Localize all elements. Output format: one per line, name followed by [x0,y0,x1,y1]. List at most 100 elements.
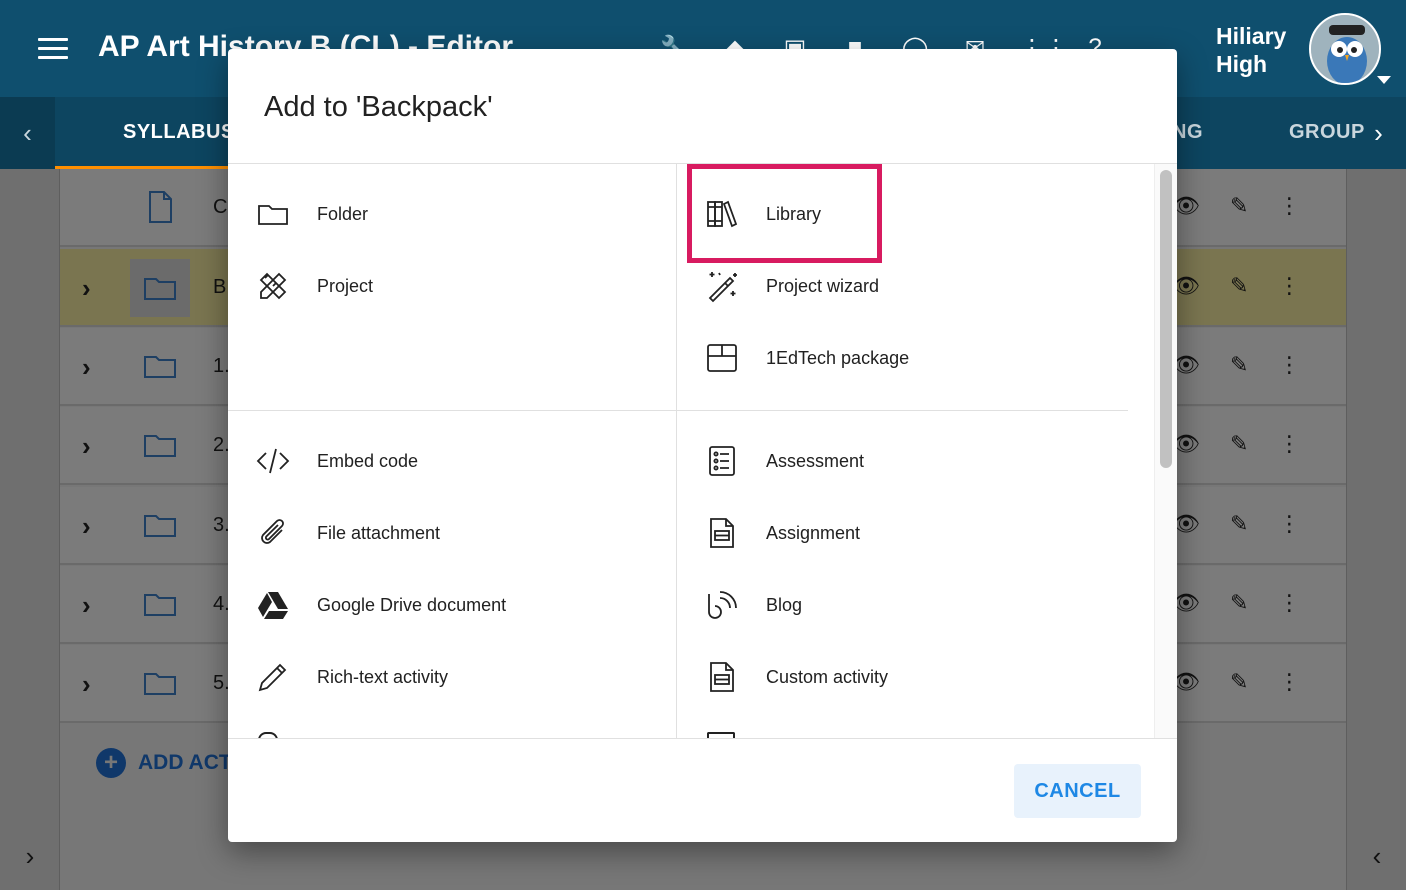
option-label: Library [766,203,822,224]
row-actions: 👁 ✎ ⋮ [1172,273,1300,299]
folder-icon [142,427,178,463]
library-books-icon [705,197,739,231]
option-file-attachment[interactable]: File attachment [228,507,676,559]
dialog-scrollbar[interactable] [1154,164,1177,738]
option-label: Assignment [766,522,861,543]
option-project-wizard[interactable]: Project wizard [677,260,1137,312]
section-divider [677,410,1128,411]
folder-icon [142,665,178,701]
tab-scroll-left-icon[interactable]: ‹ [0,97,55,169]
expand-right-icon[interactable]: ‹ [1347,841,1406,872]
dialog-options-list[interactable]: Folder Project Library Project wizard 1E… [228,164,1177,738]
row-title: C [213,196,228,218]
chevron-right-icon[interactable]: › [82,590,91,621]
dialog-title: Add to 'Backpack' [264,91,493,123]
edit-pencil-icon[interactable]: ✎ [1230,193,1248,219]
tab-syllabus[interactable]: SYLLABUS [123,121,235,144]
expand-left-icon[interactable]: › [0,841,60,872]
more-vert-icon[interactable]: ⋮ [1278,273,1300,299]
user-name[interactable]: Hiliary High [1216,22,1286,78]
more-vert-icon[interactable]: ⋮ [1278,352,1300,378]
option-custom-activity[interactable]: Custom activity [677,651,1137,703]
option-rich-text-activity[interactable]: Rich-text activity [228,651,676,703]
add-activity-label: ADD ACTI [138,751,238,774]
package-box-icon [705,341,739,375]
option-embed-code[interactable]: Embed code [228,435,676,487]
custom-activity-doc-icon [705,660,739,694]
option-label: Project wizard [766,275,880,296]
plus-circle-icon: + [96,748,126,778]
cancel-button[interactable]: CANCEL [1014,764,1141,818]
more-vert-icon[interactable]: ⋮ [1278,431,1300,457]
blog-icon [705,588,739,622]
edit-pencil-icon[interactable]: ✎ [1230,431,1248,457]
option-blog[interactable]: Blog [677,579,1137,631]
more-vert-icon[interactable]: ⋮ [1278,193,1300,219]
right-rail: ‹ [1346,169,1406,890]
more-vert-icon[interactable]: ⋮ [1278,590,1300,616]
row-actions: 👁 ✎ ⋮ [1172,511,1300,537]
option-assessment[interactable]: Assessment [677,435,1137,487]
edit-pencil-icon[interactable]: ✎ [1230,511,1248,537]
owl-avatar-icon [1311,15,1379,83]
chevron-right-icon[interactable]: › [82,669,91,700]
divider [228,738,1177,739]
pencil-ruler-icon [256,269,290,303]
chevron-right-icon[interactable]: › [82,431,91,462]
option-label: File attachment [317,522,441,543]
option-label: Rich-text activity [317,666,449,687]
row-actions: 👁 ✎ ⋮ [1172,431,1300,457]
chevron-right-icon[interactable]: › [82,511,91,542]
avatar[interactable] [1309,13,1381,85]
folder-icon [142,348,178,384]
magic-wand-icon [705,269,739,303]
option-assignment[interactable]: Assignment [677,507,1137,559]
user-first-name: Hiliary [1216,23,1287,49]
option-label: Google Drive document [317,594,507,615]
assignment-doc-icon [705,516,739,550]
option-library[interactable]: Library [677,188,1137,240]
folder-icon [142,507,178,543]
more-vert-icon[interactable]: ⋮ [1278,669,1300,695]
option-label: Custom activity [766,666,889,687]
code-icon [256,444,290,478]
row-title: B [213,276,227,298]
left-rail: › [0,169,60,890]
checklist-icon [705,444,739,478]
option-project[interactable]: Project [228,260,676,312]
pencil-icon [256,660,290,694]
option-label: Assessment [766,450,865,471]
folder-icon [130,259,190,317]
paperclip-icon [256,516,290,550]
row-actions: 👁 ✎ ⋮ [1172,590,1300,616]
option-label: Blog [766,594,803,615]
edit-pencil-icon[interactable]: ✎ [1230,273,1248,299]
document-icon [142,189,178,225]
section-divider [228,410,676,411]
user-last-name: High [1216,51,1268,77]
option-label: Project [317,275,374,296]
google-drive-icon [256,588,290,622]
more-vert-icon[interactable]: ⋮ [1278,511,1300,537]
option-google-drive-document[interactable]: Google Drive document [228,579,676,631]
add-to-dialog: Add to 'Backpack' Folder Project Library [228,49,1177,842]
menu-icon[interactable] [38,38,68,62]
row-actions: 👁 ✎ ⋮ [1172,193,1300,219]
folder-icon [142,586,178,622]
edit-pencil-icon[interactable]: ✎ [1230,669,1248,695]
scrollbar-thumb[interactable] [1160,170,1172,468]
tab-scroll-right-icon[interactable]: › [1351,97,1406,169]
option-label: 1EdTech package [766,347,910,368]
row-actions: 👁 ✎ ⋮ [1172,669,1300,695]
folder-icon [256,197,290,231]
option-1edtech-package[interactable]: 1EdTech package [677,332,1137,384]
add-activity-button[interactable]: + ADD ACTI [96,748,238,778]
edit-pencil-icon[interactable]: ✎ [1230,590,1248,616]
option-label: Folder [317,203,369,224]
avatar-dropdown-icon[interactable] [1377,76,1391,84]
edit-pencil-icon[interactable]: ✎ [1230,352,1248,378]
chevron-right-icon[interactable]: › [82,352,91,383]
option-folder[interactable]: Folder [228,188,676,240]
chevron-right-icon[interactable]: › [82,273,91,304]
row-actions: 👁 ✎ ⋮ [1172,352,1300,378]
